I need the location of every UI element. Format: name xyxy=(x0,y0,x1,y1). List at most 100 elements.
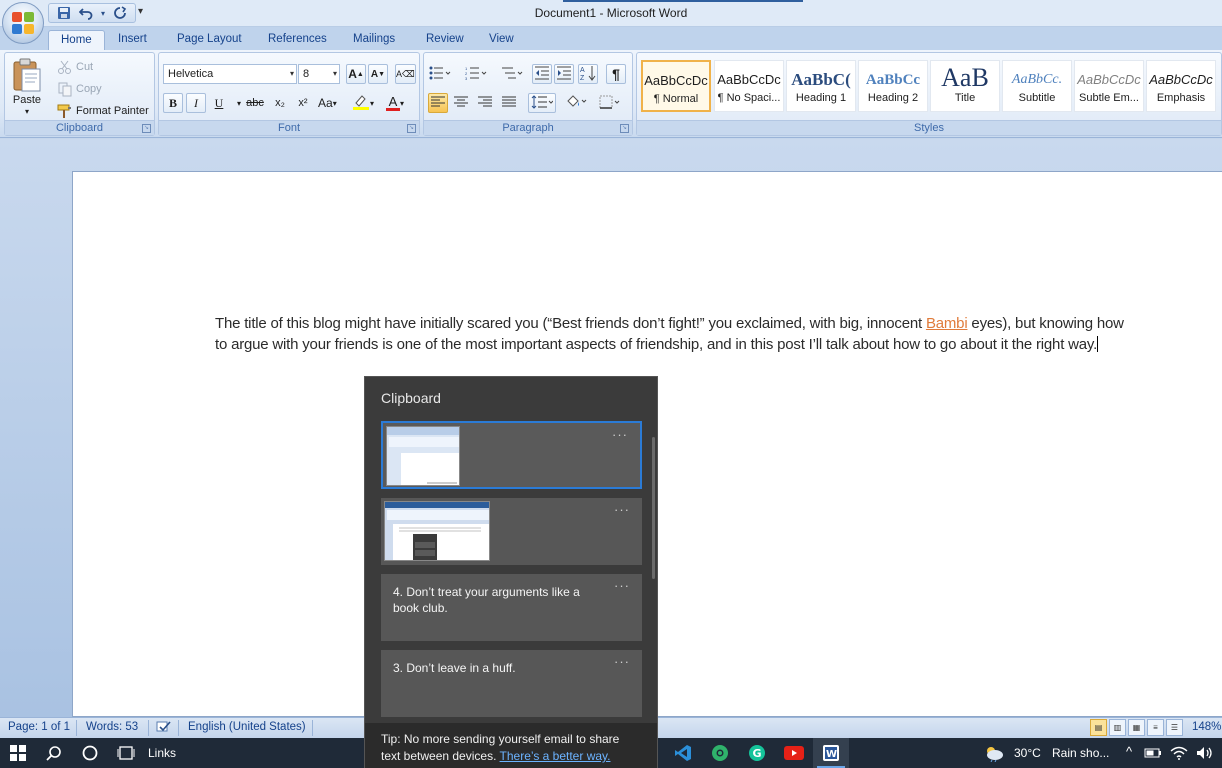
cut-button[interactable]: Cut xyxy=(57,59,93,75)
draft-view-icon[interactable]: ☰ xyxy=(1166,719,1183,736)
weather-cloud-icon[interactable] xyxy=(976,738,1012,768)
clipboard-item[interactable]: ··· xyxy=(381,421,642,489)
copy-button[interactable]: Copy xyxy=(57,81,102,97)
word-count[interactable]: Words: 53 xyxy=(86,721,138,733)
underline-button[interactable]: U xyxy=(209,93,229,113)
tray-chevron-icon[interactable]: ^ xyxy=(1126,744,1132,759)
paste-button[interactable]: Paste ▾ xyxy=(11,57,43,116)
cortana-icon[interactable] xyxy=(72,738,108,768)
grow-font-button[interactable]: A ▲ xyxy=(346,64,366,84)
paste-icon xyxy=(13,58,41,92)
font-name-combo[interactable]: Helvetica ▾ xyxy=(163,64,297,84)
multilevel-list-button[interactable] xyxy=(500,64,524,84)
tab-mailings[interactable]: Mailings xyxy=(341,30,407,50)
clipboard-item[interactable]: 4. Don’t treat your arguments like a boo… xyxy=(381,574,642,641)
superscript-button[interactable]: x² xyxy=(293,93,313,113)
paragraph-launcher-icon[interactable]: ↘ xyxy=(620,124,629,133)
style-heading-1[interactable]: AaBbC( Heading 1 xyxy=(786,60,856,112)
highlight-button[interactable]: ▾ xyxy=(351,93,375,113)
chrome-style-app-icon[interactable] xyxy=(702,738,738,768)
office-button[interactable] xyxy=(2,2,44,44)
grammarly-icon[interactable]: G xyxy=(739,738,775,768)
page-count[interactable]: Page: 1 of 1 xyxy=(8,721,70,733)
youtube-icon[interactable] xyxy=(776,738,812,768)
tab-review[interactable]: Review xyxy=(414,30,476,50)
subscript-button[interactable]: x₂ xyxy=(270,93,290,113)
shrink-font-button[interactable]: A ▼ xyxy=(368,64,388,84)
clipboard-tip-link[interactable]: There’s a better way. xyxy=(500,749,611,763)
borders-button[interactable] xyxy=(596,93,624,113)
show-formatting-button[interactable]: ¶ xyxy=(606,64,626,84)
increase-indent-button[interactable] xyxy=(554,64,574,84)
weather-temperature[interactable]: 30°C xyxy=(1014,746,1041,760)
clipboard-group-label: Clipboard xyxy=(5,120,154,135)
clear-formatting-button[interactable]: A⌫ xyxy=(395,64,416,84)
font-size-value: 8 xyxy=(303,68,310,80)
format-painter-button[interactable]: Format Painter xyxy=(57,103,149,119)
zoom-level[interactable]: 148% xyxy=(1192,721,1221,733)
clipboard-scrollbar[interactable] xyxy=(652,437,655,579)
style-normal[interactable]: AaBbCcDc ¶ Normal xyxy=(641,60,711,112)
sort-button[interactable]: AZ xyxy=(578,64,598,84)
bambi-link[interactable]: Bambi xyxy=(926,315,968,332)
italic-button[interactable]: I xyxy=(186,93,206,113)
change-case-button[interactable]: Aa ▾ xyxy=(317,93,338,113)
tab-home[interactable]: Home xyxy=(48,30,105,50)
style-emphasis[interactable]: AaBbCcDc Emphasis xyxy=(1146,60,1216,112)
clipboard-item-more-icon[interactable]: ··· xyxy=(612,427,628,442)
bullets-icon xyxy=(429,66,451,83)
vscode-icon[interactable] xyxy=(665,738,701,768)
print-layout-view-icon[interactable]: ▤ xyxy=(1090,719,1107,736)
decrease-indent-button[interactable] xyxy=(532,64,552,84)
clipboard-item-more-icon[interactable]: ··· xyxy=(614,502,630,517)
tab-references[interactable]: References xyxy=(256,30,339,50)
tab-page-layout[interactable]: Page Layout xyxy=(165,30,254,50)
grow-font-icon: A xyxy=(348,67,357,81)
bullets-button[interactable] xyxy=(428,64,452,84)
proofing-icon[interactable] xyxy=(156,720,172,737)
clipboard-item-more-icon[interactable]: ··· xyxy=(614,578,630,593)
font-launcher-icon[interactable]: ↘ xyxy=(407,124,416,133)
weather-condition[interactable]: Rain sho... xyxy=(1052,746,1109,760)
shading-button[interactable] xyxy=(562,93,590,113)
web-layout-view-icon[interactable]: ▦ xyxy=(1128,719,1145,736)
align-right-button[interactable] xyxy=(475,93,495,113)
windows-start-icon[interactable] xyxy=(0,738,36,768)
tab-insert[interactable]: Insert xyxy=(106,30,159,50)
clipboard-item-more-icon[interactable]: ··· xyxy=(614,654,630,669)
font-color-button[interactable]: A ▾ xyxy=(385,93,405,113)
line-spacing-button[interactable] xyxy=(528,93,556,113)
document-body-text[interactable]: The title of this blog might have initia… xyxy=(215,314,1125,355)
align-left-button[interactable] xyxy=(428,93,448,113)
wifi-icon[interactable] xyxy=(1166,738,1192,768)
style-heading-2[interactable]: AaBbCc Heading 2 xyxy=(858,60,928,112)
links-toolbar-label[interactable]: Links xyxy=(148,746,176,760)
style-subtle-emphasis[interactable]: AaBbCcDc Subtle Em... xyxy=(1074,60,1144,112)
search-icon[interactable] xyxy=(36,738,72,768)
align-center-button[interactable] xyxy=(451,93,471,113)
style-sample: AaBbCc. xyxy=(1011,72,1063,87)
strikethrough-button[interactable]: abc xyxy=(245,93,265,113)
battery-icon[interactable] xyxy=(1140,738,1166,768)
style-subtitle[interactable]: AaBbCc. Subtitle xyxy=(1002,60,1072,112)
clipboard-launcher-icon[interactable]: ↘ xyxy=(142,124,151,133)
scissors-icon xyxy=(57,59,73,75)
justify-button[interactable] xyxy=(499,93,519,113)
style-title[interactable]: AaB Title xyxy=(930,60,1000,112)
word-taskbar-icon[interactable]: W xyxy=(813,738,849,768)
full-screen-reading-view-icon[interactable]: ▥ xyxy=(1109,719,1126,736)
language-indicator[interactable]: English (United States) xyxy=(188,721,306,733)
clipboard-item[interactable]: ··· xyxy=(381,498,642,565)
bold-button[interactable]: B xyxy=(163,93,183,113)
font-size-combo[interactable]: 8 ▾ xyxy=(298,64,340,84)
clipboard-item[interactable]: 3. Don’t leave in a huff. ··· xyxy=(381,650,642,717)
task-view-icon[interactable] xyxy=(108,738,144,768)
style-name: Subtitle xyxy=(1018,92,1056,104)
style-name: Heading 1 xyxy=(795,92,847,104)
outline-view-icon[interactable]: ≡ xyxy=(1147,719,1164,736)
numbering-button[interactable]: 123 xyxy=(464,64,488,84)
align-right-icon xyxy=(478,96,492,111)
volume-icon[interactable] xyxy=(1192,738,1218,768)
tab-view[interactable]: View xyxy=(477,30,526,50)
style-no-spacing[interactable]: AaBbCcDc ¶ No Spaci... xyxy=(714,60,784,112)
